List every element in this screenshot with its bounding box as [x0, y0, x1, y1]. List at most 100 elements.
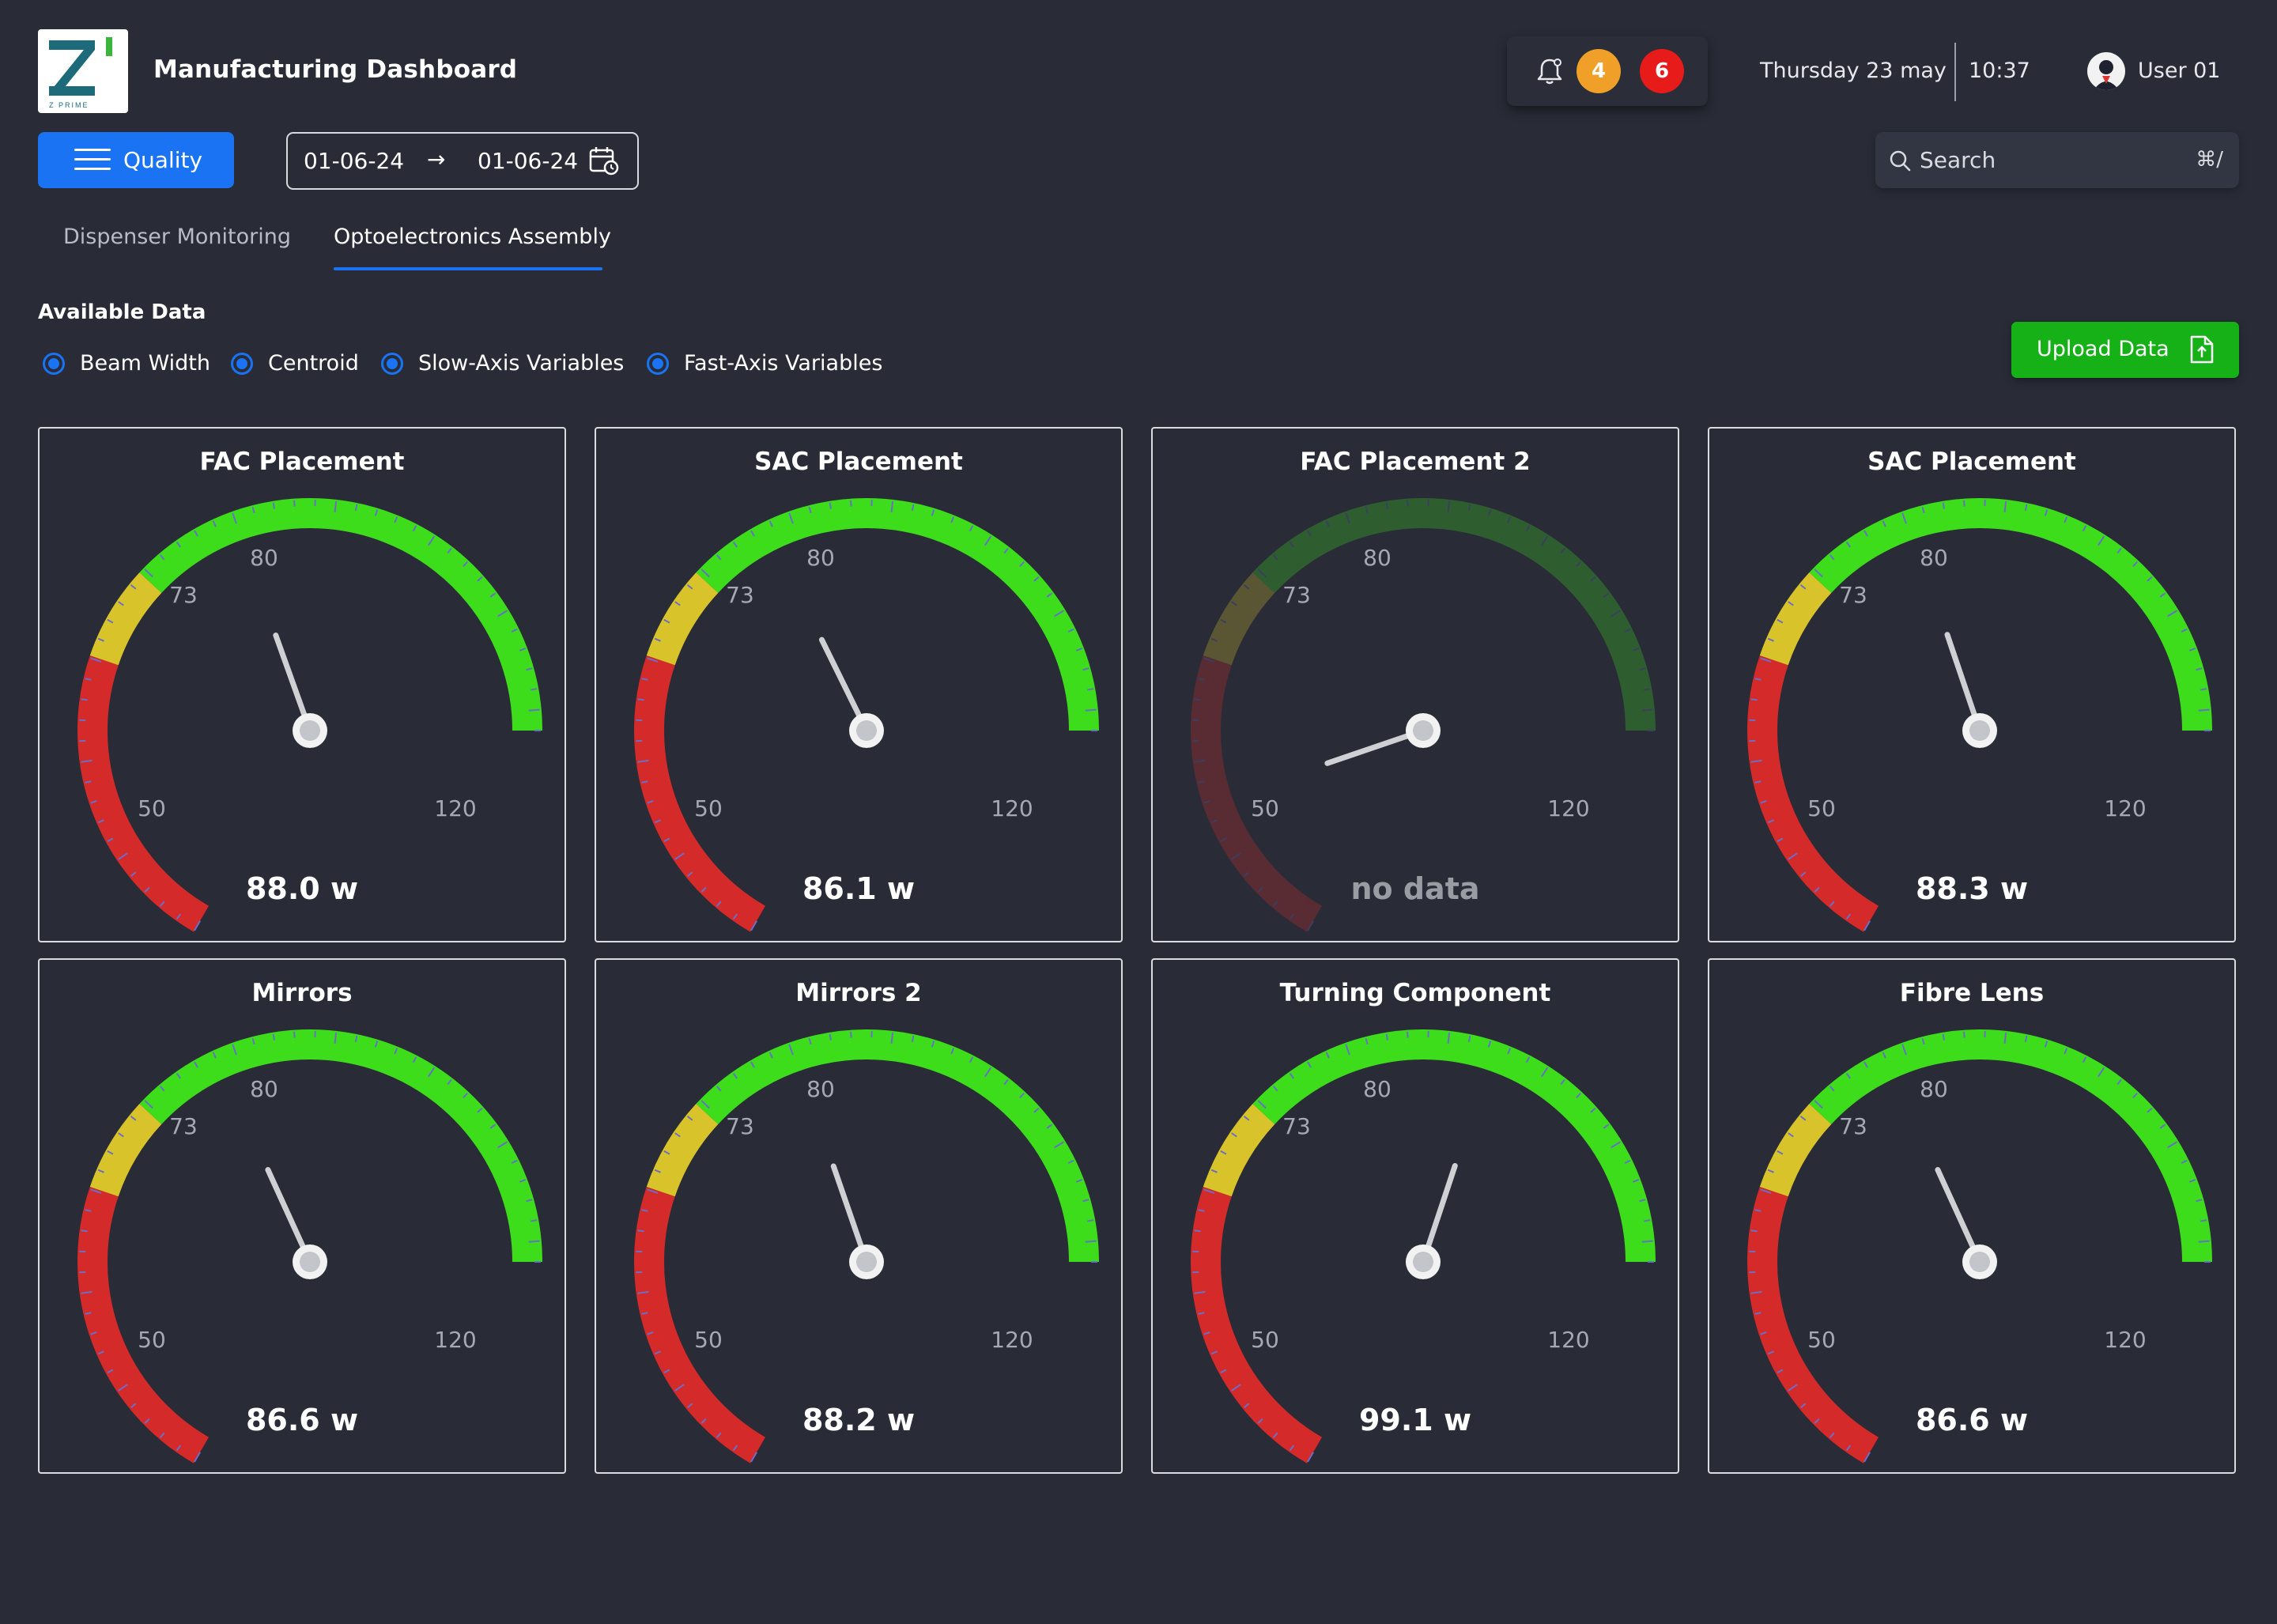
gauge-tick-label: 80 — [806, 1076, 835, 1102]
gauge-tick — [1085, 708, 1097, 712]
slow-axis-label: Slow-Axis Variables — [418, 351, 625, 376]
gauge-tick — [293, 500, 296, 507]
gauge-dial: 50 73 80 120 — [77, 1029, 542, 1463]
gauge-tick-label: 120 — [2104, 1327, 2146, 1353]
gauge-tick — [1407, 1031, 1409, 1038]
gauge-hub-inner — [300, 1252, 320, 1272]
tab-dispenser-monitoring[interactable]: Dispenser Monitoring — [63, 225, 291, 249]
avatar[interactable] — [2087, 52, 2125, 90]
gauge-card[interactable]: Mirrors 2 50 73 80 120 88.2 w — [595, 958, 1123, 1474]
gauge-value: 88.3 w — [1915, 871, 2029, 906]
date-to[interactable]: 01-06-24 — [478, 148, 578, 174]
gauge-value: 88.2 w — [802, 1403, 916, 1437]
gauge-tick — [1750, 698, 1758, 701]
gauge-tick-label: 73 — [1282, 1113, 1311, 1139]
logo-wordmark: Z PRIME — [49, 101, 89, 109]
gauge-zone-arc — [696, 1029, 1099, 1263]
gauge-tick — [1644, 1219, 1651, 1222]
gauge-tick-label: 50 — [138, 795, 166, 821]
gauge-card[interactable]: Turning Component 50 73 80 120 99.1 w — [1151, 958, 1679, 1474]
fast-axis-label: Fast-Axis Variables — [684, 351, 883, 376]
gauge-zone-arc — [696, 498, 1099, 731]
gauge-tick — [1385, 1033, 1388, 1040]
gauge-tick — [850, 500, 852, 507]
gauge-tick — [531, 1219, 538, 1222]
search-shortcut-hint: ⌘/ — [2196, 148, 2223, 172]
gauge-tick — [81, 1229, 88, 1233]
gauge-zone-arc — [139, 1029, 542, 1263]
date-from[interactable]: 01-06-24 — [304, 148, 404, 174]
fast-axis-radio[interactable] — [647, 352, 669, 375]
gauge-hub-inner — [1413, 720, 1433, 741]
gauge-dial: 50 73 80 120 — [1747, 498, 2212, 932]
tab-optoelectronics-assembly[interactable]: Optoelectronics Assembly — [334, 225, 611, 249]
app-logo[interactable]: Z PRIME — [38, 29, 128, 113]
beam-width-label: Beam Width — [80, 351, 211, 376]
gauge-zone-arc — [1252, 1029, 1656, 1263]
gauge-tick — [1407, 500, 1409, 507]
gauge-card[interactable]: FAC Placement 2 50 73 80 120 no data — [1151, 427, 1679, 942]
gauge-tick-label: 73 — [1839, 582, 1867, 608]
header-divider — [1954, 43, 1956, 101]
warning-count-badge[interactable]: 4 — [1577, 49, 1621, 93]
gauge-dial: 50 73 80 120 — [1747, 1029, 2212, 1463]
option-fast-axis-variables[interactable]: Fast-Axis Variables — [647, 351, 882, 376]
gauge-tick — [1750, 1229, 1758, 1233]
gauge-value: 88.0 w — [245, 871, 359, 906]
gauge-tick-label: 120 — [2104, 795, 2146, 821]
centroid-radio[interactable] — [231, 352, 253, 375]
search-input[interactable]: Search ⌘/ — [1875, 132, 2239, 188]
gauge-dial: 50 73 80 120 — [1191, 1029, 1656, 1463]
quality-menu-button[interactable]: Quality — [38, 132, 234, 188]
gauge-value: no data — [1350, 871, 1480, 906]
gauge-tick — [1641, 708, 1653, 712]
hamburger-menu-icon — [74, 148, 111, 175]
gauge-tick — [1963, 1031, 1965, 1038]
gauge-card[interactable]: Fibre Lens 50 73 80 120 86.6 w — [1708, 958, 2236, 1474]
gauge-tick — [1194, 698, 1201, 701]
gauge-tick-label: 80 — [1920, 1076, 1948, 1102]
gauge-tick-label: 120 — [991, 1327, 1033, 1353]
beam-width-radio[interactable] — [43, 352, 65, 375]
slow-axis-radio[interactable] — [381, 352, 403, 375]
option-centroid[interactable]: Centroid — [231, 351, 359, 376]
notification-panel: 4 6 — [1507, 36, 1708, 106]
gauge-tick — [1963, 500, 1965, 507]
gauge-tick-label: 120 — [1547, 795, 1589, 821]
app-title: Manufacturing Dashboard — [153, 55, 518, 84]
gauge-dial: 50 73 80 120 — [77, 498, 542, 932]
bell-icon[interactable] — [1534, 55, 1565, 90]
gauge-card[interactable]: Mirrors 50 73 80 120 86.6 w — [38, 958, 566, 1474]
upload-data-button[interactable]: Upload Data — [2011, 322, 2239, 378]
gauge-tick-label: 73 — [169, 582, 198, 608]
gauge-tick — [637, 1229, 644, 1233]
gauge-tick-label: 80 — [1363, 1076, 1392, 1102]
gauge-value: 86.6 w — [245, 1403, 359, 1437]
date-range-picker[interactable]: 01-06-24 → 01-06-24 — [286, 132, 639, 190]
user-name[interactable]: User 01 — [2138, 59, 2220, 83]
date-range-arrow: → — [427, 146, 446, 172]
gauge-tick — [528, 708, 540, 712]
gauge-tick-label: 80 — [806, 545, 835, 571]
option-slow-axis-variables[interactable]: Slow-Axis Variables — [381, 351, 624, 376]
gauge-tick-label: 73 — [1282, 582, 1311, 608]
calendar-icon[interactable] — [588, 145, 620, 179]
gauge-card[interactable]: SAC Placement 50 73 80 120 88.3 w — [1708, 427, 2236, 942]
gauge-value: 86.6 w — [1915, 1403, 2029, 1437]
gauge-tick-label: 120 — [434, 1327, 476, 1353]
gauge-card[interactable]: FAC Placement 50 73 80 120 88.0 w — [38, 427, 566, 942]
gauge-tick-label: 50 — [694, 1327, 723, 1353]
gauge-card[interactable]: SAC Placement 50 73 80 120 86.1 w — [595, 427, 1123, 942]
gauge-tick-label: 73 — [169, 1113, 198, 1139]
option-beam-width[interactable]: Beam Width — [43, 351, 210, 376]
gauge-tick — [2200, 1219, 2207, 1222]
search-placeholder: Search — [1920, 147, 1996, 173]
alert-count-badge[interactable]: 6 — [1640, 49, 1684, 93]
gauge-dial: 50 73 80 120 — [634, 498, 1099, 932]
gauge-tick — [829, 502, 832, 509]
gauge-tick-label: 50 — [1251, 1327, 1279, 1353]
gauge-tick — [850, 1031, 852, 1038]
file-upload-icon — [2188, 334, 2215, 368]
gauge-tick-label: 50 — [138, 1327, 166, 1353]
gauge-tick — [1385, 502, 1388, 509]
